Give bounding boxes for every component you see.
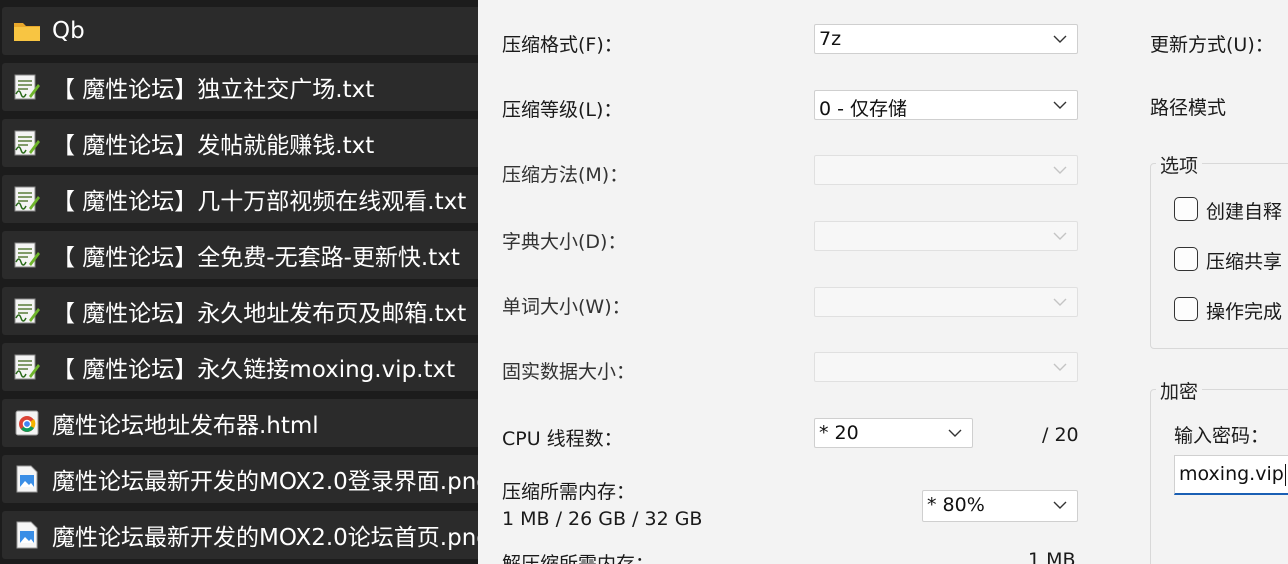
chrome-html-icon	[15, 410, 39, 436]
file-name: 魔性论坛最新开发的MOX2.0论坛首页.png	[52, 525, 478, 551]
text-file-icon	[14, 74, 40, 100]
method-select	[814, 155, 1078, 185]
after-complete-checkbox[interactable]	[1174, 297, 1198, 321]
format-label: 压缩格式(F)：	[502, 34, 623, 56]
level-label: 压缩等级(L)：	[502, 99, 623, 121]
file-name: 【 魔性论坛】永久链接moxing.vip.txt	[52, 357, 456, 383]
file-name: 【 魔性论坛】几十万部视频在线观看.txt	[52, 189, 467, 215]
shared-files-label: 压缩共享	[1206, 251, 1283, 273]
sfx-checkbox[interactable]	[1174, 197, 1198, 221]
text-file-icon	[14, 354, 40, 380]
image-file-icon	[16, 465, 38, 493]
file-name: 魔性论坛地址发布器.html	[52, 413, 319, 439]
file-name: 【 魔性论坛】永久地址发布页及邮箱.txt	[52, 301, 467, 327]
password-value: moxing.vip	[1179, 463, 1284, 485]
chevron-down-icon	[948, 429, 962, 437]
file-row-6[interactable]: 【 魔性论坛】永久链接moxing.vip.txt	[2, 343, 478, 391]
chevron-down-icon	[1053, 101, 1067, 109]
dict-select	[814, 221, 1078, 251]
options-title: 选项	[1156, 151, 1203, 178]
format-select[interactable]: 7z	[814, 24, 1078, 54]
cpu-threads-select[interactable]: * 20	[814, 418, 973, 448]
file-row-4[interactable]: 【 魔性论坛】全免费-无套路-更新快.txt	[2, 231, 478, 279]
mem-label: 压缩所需内存：	[502, 481, 636, 503]
sfx-label: 创建自释	[1206, 201, 1283, 223]
image-file-icon	[16, 521, 38, 549]
file-row-9[interactable]: 魔性论坛最新开发的MOX2.0论坛首页.png	[2, 511, 478, 559]
update-label: 更新方式(U)：	[1150, 34, 1274, 56]
file-row-8[interactable]: 魔性论坛最新开发的MOX2.0登录界面.png	[2, 455, 478, 503]
password-label: 输入密码：	[1174, 425, 1270, 447]
decomp-label: 解压缩所需内存：	[502, 553, 655, 564]
shared-files-checkbox[interactable]	[1174, 247, 1198, 271]
password-input[interactable]: moxing.vip	[1174, 455, 1288, 495]
file-row-1[interactable]: 【 魔性论坛】独立社交广场.txt	[2, 63, 478, 111]
chevron-down-icon	[1053, 166, 1067, 174]
chevron-down-icon	[1053, 298, 1067, 306]
mem-value: * 80%	[927, 494, 985, 516]
folder-icon	[14, 23, 40, 41]
solid-select	[814, 352, 1078, 382]
cpu-label: CPU 线程数：	[502, 428, 623, 450]
file-list-panel: Qb 【 魔性论坛】独立社交广场.txt 【 魔性论坛】发帖就能赚钱.txt 【…	[0, 0, 478, 564]
after-complete-label: 操作完成	[1206, 301, 1283, 323]
file-row-0[interactable]: Qb	[2, 7, 478, 55]
chevron-down-icon	[1053, 232, 1067, 240]
solid-label: 固实数据大小：	[502, 361, 636, 383]
text-caret	[1284, 463, 1286, 486]
decomp-value: 1 MB	[1028, 549, 1076, 564]
path-mode-label: 路径模式	[1150, 97, 1227, 119]
file-name: 【 魔性论坛】全免费-无套路-更新快.txt	[52, 245, 460, 271]
level-value: 0 - 仅存储	[819, 98, 908, 120]
encryption-title: 加密	[1156, 377, 1203, 404]
file-row-2[interactable]: 【 魔性论坛】发帖就能赚钱.txt	[2, 119, 478, 167]
mem-percent-select[interactable]: * 80%	[922, 490, 1078, 522]
file-name: 【 魔性论坛】发帖就能赚钱.txt	[52, 133, 375, 159]
format-value: 7z	[819, 28, 842, 50]
chevron-down-icon	[1053, 35, 1067, 43]
text-file-icon	[14, 186, 40, 212]
file-name: 【 魔性论坛】独立社交广场.txt	[52, 77, 375, 103]
method-label: 压缩方法(M)：	[502, 164, 629, 186]
cpu-value: * 20	[819, 422, 859, 444]
text-file-icon	[14, 130, 40, 156]
archive-dialog: 压缩格式(F)： 7z 压缩等级(L)： 0 - 仅存储 压缩方法(M)： 字典…	[478, 0, 1288, 564]
chevron-down-icon	[1053, 501, 1067, 509]
file-row-3[interactable]: 【 魔性论坛】几十万部视频在线观看.txt	[2, 175, 478, 223]
text-file-icon	[14, 242, 40, 268]
chevron-down-icon	[1053, 363, 1067, 371]
dict-label: 字典大小(D)：	[502, 231, 627, 253]
text-file-icon	[14, 298, 40, 324]
cpu-max: / 20	[1042, 424, 1079, 446]
file-name: 魔性论坛最新开发的MOX2.0登录界面.png	[52, 469, 478, 495]
level-select[interactable]: 0 - 仅存储	[814, 90, 1078, 120]
word-label: 单词大小(W)：	[502, 296, 631, 318]
mem-detail: 1 MB / 26 GB / 32 GB	[502, 508, 703, 530]
file-row-7[interactable]: 魔性论坛地址发布器.html	[2, 399, 478, 447]
password-value-wrap: moxing.vip	[1179, 463, 1286, 486]
file-name: Qb	[52, 18, 85, 44]
file-row-5[interactable]: 【 魔性论坛】永久地址发布页及邮箱.txt	[2, 287, 478, 335]
word-select	[814, 287, 1078, 317]
